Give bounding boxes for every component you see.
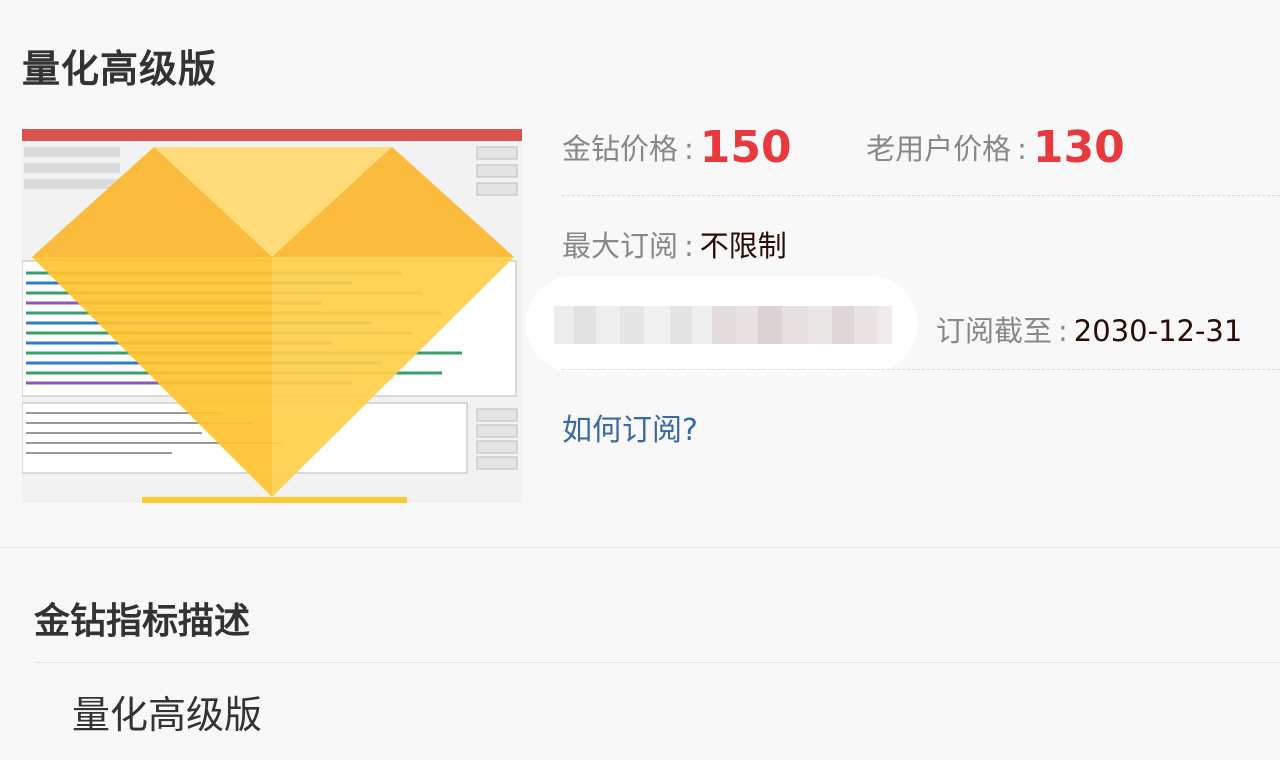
max-subscription-value: 不限制 — [699, 229, 787, 263]
divider — [562, 195, 1280, 196]
price-row: 金钻价格:150 老用户价格:130 — [562, 122, 1125, 173]
expiry-value: 2030-12-31 — [1073, 314, 1243, 348]
price-value: 150 — [699, 122, 792, 173]
expiry-row: 订阅截至:2030-12-31 — [936, 314, 1243, 348]
max-subscription-row: 最大订阅: 不限制 — [562, 229, 787, 263]
page-title: 量化高级版 — [22, 47, 218, 91]
blurred-region — [526, 276, 918, 372]
old-user-price-value: 130 — [1032, 122, 1125, 173]
max-subscription-label: 最大订阅 — [562, 229, 679, 263]
section-divider — [0, 547, 1280, 548]
description-text: 量化高级版 — [72, 693, 263, 737]
heading-divider — [34, 662, 1280, 663]
price-label: 金钻价格 — [562, 132, 679, 166]
description-heading: 金钻指标描述 — [34, 601, 251, 642]
divider — [562, 369, 1280, 370]
expiry-label: 订阅截至 — [936, 314, 1053, 348]
diamond-icon — [32, 147, 514, 503]
old-user-price-label: 老用户价格 — [866, 132, 1012, 166]
product-image — [22, 129, 522, 503]
how-to-subscribe-link[interactable]: 如何订阅? — [562, 405, 698, 449]
